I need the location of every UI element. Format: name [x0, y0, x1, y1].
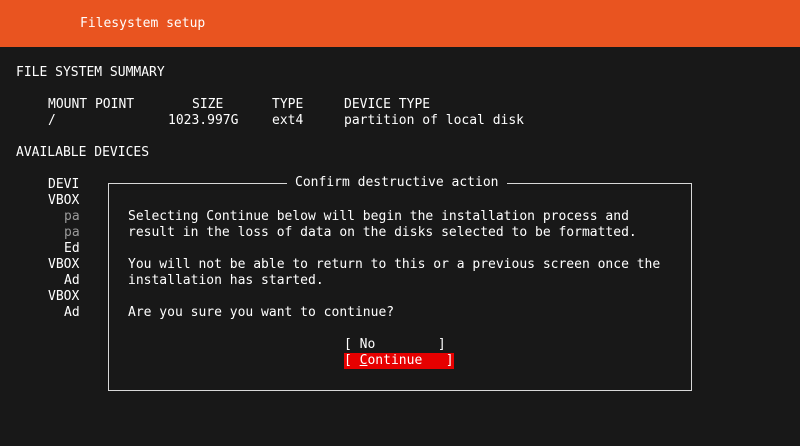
confirm-dialog: Confirm destructive action Selecting Con… — [108, 175, 692, 391]
column-size: SIZE — [192, 97, 224, 112]
column-mount-point: MOUNT POINT — [48, 97, 135, 112]
device-list-item: pa — [64, 209, 80, 224]
summary-mount-value: / — [48, 113, 56, 128]
device-list-item: pa — [64, 225, 80, 240]
column-device-type: DEVICE TYPE — [344, 97, 431, 112]
device-list-item[interactable]: Ad — [64, 273, 80, 289]
device-list-item: DEVI — [48, 177, 80, 192]
no-button-open-bracket: [ — [344, 337, 360, 352]
dialog-text-line: installation has started. — [128, 273, 324, 288]
continue-button-close-bracket: ] — [422, 353, 454, 368]
page-title: Filesystem setup — [80, 16, 206, 31]
available-devices-heading: AVAILABLE DEVICES — [16, 145, 150, 160]
device-list-item[interactable]: Ad — [64, 305, 80, 321]
dialog-text-line: result in the loss of data on the disks … — [128, 225, 637, 240]
header-bar: Filesystem setup — [0, 0, 800, 47]
continue-button-label: ontinue — [367, 353, 423, 368]
summary-device-type-value: partition of local disk — [344, 113, 525, 128]
summary-size-value: 1023.997G — [168, 113, 239, 128]
dialog-text-line: You will not be able to return to this o… — [128, 257, 661, 272]
summary-type-value: ext4 — [272, 113, 304, 128]
dialog-text-line: Selecting Continue below will begin the … — [128, 209, 629, 224]
summary-heading: FILE SYSTEM SUMMARY — [16, 65, 165, 80]
continue-button[interactable]: [ Continue ] — [344, 353, 454, 369]
device-list-item[interactable]: VBOX — [48, 193, 79, 209]
dialog-title: Confirm destructive action — [287, 175, 507, 191]
device-list-item[interactable]: VBOX — [48, 257, 79, 273]
continue-button-open-bracket: [ — [344, 353, 360, 368]
no-button[interactable]: [ No ] — [344, 337, 446, 353]
no-button-label: No — [359, 337, 376, 352]
no-button-close-bracket: ] — [375, 337, 446, 352]
device-list-item[interactable]: VBOX — [48, 289, 79, 305]
device-list-item[interactable]: Ed — [64, 241, 80, 257]
dialog-question: Are you sure you want to continue? — [128, 305, 395, 320]
column-type: TYPE — [272, 97, 304, 112]
